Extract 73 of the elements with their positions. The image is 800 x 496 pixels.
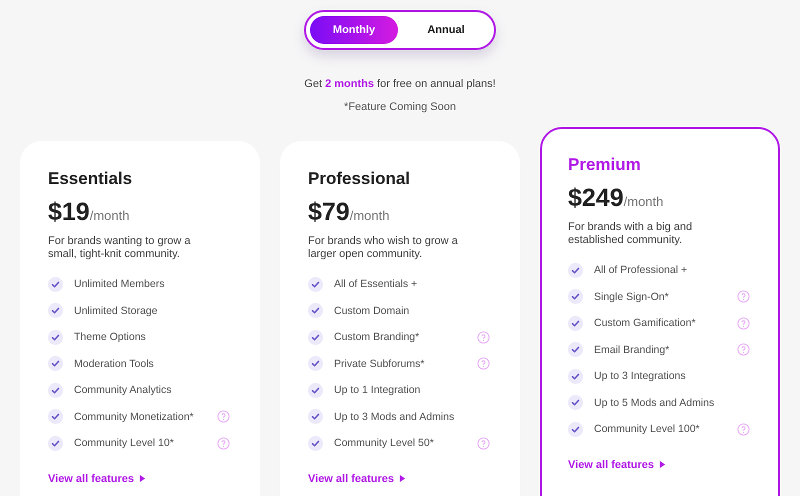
help-icon[interactable] <box>737 290 750 304</box>
check-icon <box>568 342 583 358</box>
check-icon <box>308 409 323 424</box>
view-features-link[interactable]: View all features <box>48 472 146 484</box>
plan-name: Premium <box>568 155 642 175</box>
help-icon[interactable] <box>477 330 490 344</box>
help-icon[interactable] <box>737 422 750 436</box>
plan-description: For brands who wish to grow a larger open community. <box>308 235 459 261</box>
play-icon <box>399 474 406 483</box>
check-icon <box>308 276 323 292</box>
price-period: /month <box>624 194 664 209</box>
check-icon <box>48 409 63 424</box>
check-icon <box>48 382 63 398</box>
help-icon[interactable] <box>477 357 490 370</box>
check-icon <box>308 436 323 451</box>
feature-text: Theme Options <box>74 331 147 344</box>
help-icon[interactable] <box>217 410 230 424</box>
feature-text: Community Level 100* <box>594 423 701 436</box>
check-icon <box>48 330 63 345</box>
plan-price: $19 <box>48 198 90 226</box>
check-icon <box>48 356 63 372</box>
check-icon <box>568 262 583 278</box>
plan-description: For brands with a big and established community. <box>568 221 694 247</box>
check-icon <box>48 303 63 318</box>
price-period: /month <box>350 208 390 223</box>
feature-text: Single Sign-On* <box>594 290 670 303</box>
play-icon <box>139 474 146 483</box>
plan-price: $249 <box>568 184 624 212</box>
view-features-link[interactable]: View all features <box>308 472 406 484</box>
feature-text: Custom Domain <box>334 304 410 317</box>
feature-text: All of Essentials + <box>334 278 418 290</box>
plan-name: Professional <box>308 169 412 189</box>
feature-text: Up to 5 Mods and Admins <box>594 396 716 409</box>
check-icon <box>308 382 323 398</box>
feature-text: Community Level 50* <box>334 437 435 450</box>
help-icon[interactable] <box>737 343 750 356</box>
footnote: *Feature Coming Soon <box>344 101 456 113</box>
plan-description: For brands wanting to grow a small, tight-knit community. <box>48 235 192 261</box>
price-period: /month <box>90 208 130 223</box>
help-icon[interactable] <box>737 316 750 330</box>
help-icon[interactable] <box>217 436 230 450</box>
feature-text: Custom Branding* <box>334 331 420 344</box>
feature-text: Up to 3 Mods and Admins <box>334 410 456 423</box>
feature-text: Community Level 10* <box>74 437 175 450</box>
check-icon <box>308 330 323 345</box>
check-icon <box>568 289 583 304</box>
feature-text: Email Branding* <box>594 344 670 356</box>
billing-option[interactable]: Annual <box>402 16 490 44</box>
help-icon[interactable] <box>477 436 490 450</box>
feature-text: Community Analytics <box>74 384 172 396</box>
view-features-link[interactable]: View all features <box>568 458 666 470</box>
plan-price: $79 <box>308 198 350 226</box>
plan-name: Essentials <box>48 169 134 189</box>
feature-text: Custom Gamification* <box>594 317 697 330</box>
feature-text: Up to 3 Integrations <box>594 370 687 382</box>
promo-text: Get 2 months for free on annual plans! <box>304 78 496 90</box>
feature-text: All of Professional + <box>594 264 688 276</box>
check-icon <box>568 422 583 437</box>
feature-text: Unlimited Members <box>74 278 166 290</box>
check-icon <box>568 395 583 410</box>
check-icon <box>48 276 63 292</box>
check-icon <box>308 303 323 318</box>
check-icon <box>568 316 583 331</box>
check-icon <box>48 436 63 451</box>
feature-text: Moderation Tools <box>74 358 155 370</box>
feature-text: Up to 1 Integration <box>334 384 422 396</box>
feature-text: Private Subforums* <box>334 358 426 370</box>
play-icon <box>659 460 666 469</box>
feature-text: Unlimited Storage <box>74 304 158 317</box>
feature-text: Community Monetization* <box>74 410 195 423</box>
billing-option[interactable]: Monthly <box>310 16 398 44</box>
check-icon <box>308 356 323 372</box>
check-icon <box>568 368 583 384</box>
